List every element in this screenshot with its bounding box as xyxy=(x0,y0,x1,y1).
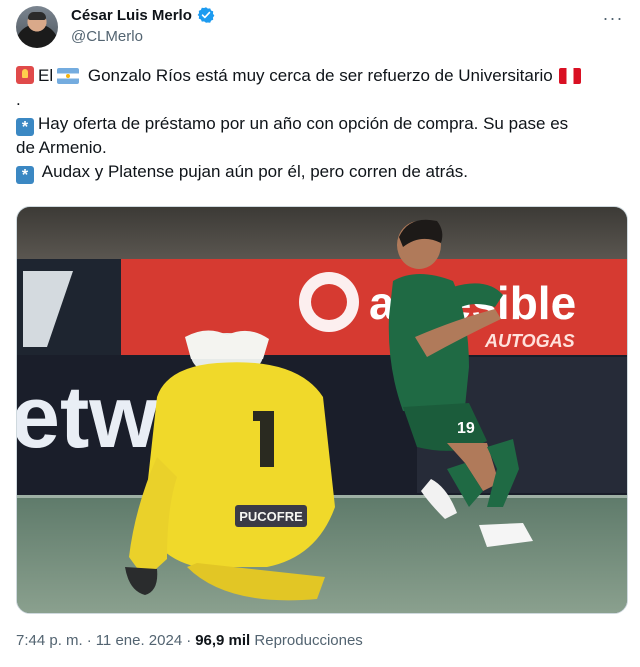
tweet-text: El Gonzalo Ríos está muy cerca de ser re… xyxy=(16,64,628,184)
verified-badge-icon xyxy=(197,6,215,24)
asterisk-emoji: * xyxy=(16,166,34,184)
argentina-flag-emoji xyxy=(57,68,80,84)
tweet-time[interactable]: 7:44 p. m. xyxy=(16,632,83,649)
player-number: 19 xyxy=(457,420,475,437)
tweet-date[interactable]: 11 ene. 2024 xyxy=(96,632,182,649)
tweet-line-1b: Gonzalo Ríos está muy cerca de ser refue… xyxy=(87,66,553,85)
display-name[interactable]: César Luis Merlo xyxy=(71,7,192,24)
keeper-shirt-text: PUCOFRE xyxy=(239,509,303,524)
stands xyxy=(17,207,627,259)
tweet-line-1a: El xyxy=(38,66,54,85)
banner-left-text: etw xyxy=(17,367,158,466)
police-light-emoji xyxy=(16,66,34,84)
views-label: Reproducciones xyxy=(254,632,363,649)
more-options-icon[interactable]: ··· xyxy=(602,8,624,28)
views-count: 96,9 mil xyxy=(195,632,251,649)
peru-flag-emoji xyxy=(558,68,581,84)
tweet-line-5-text: Audax y Platense pujan aún por él, pero … xyxy=(41,162,469,181)
tweet-line-2: . xyxy=(16,90,21,109)
tweet-card: César Luis Merlo @CLMerlo ··· El Gonzalo… xyxy=(0,0,640,667)
tweet-line-3-text: Hay oferta de préstamo por un año con op… xyxy=(38,114,569,133)
tweet-line-1: El Gonzalo Ríos está muy cerca de ser re… xyxy=(16,64,628,88)
asterisk-emoji: * xyxy=(16,118,34,136)
tweet-line-4: de Armenio. xyxy=(16,138,107,157)
football-photo: accesible AUTOGAS etw PUCOFRE 1 xyxy=(17,207,627,613)
tweet-meta: 7:44 p. m. · 11 ene. 2024 · 96,9 mil Reprodu… xyxy=(16,632,363,649)
author-name-row: César Luis Merlo xyxy=(71,6,215,24)
tweet-line-5: * Audax y Platense pujan aún por él, per… xyxy=(16,160,628,184)
avatar[interactable] xyxy=(16,6,58,48)
banner-subtext: AUTOGAS xyxy=(484,331,575,351)
tweet-photo[interactable]: accesible AUTOGAS etw PUCOFRE 1 xyxy=(16,206,628,614)
tweet-line-3: * Hay oferta de préstamo por un año con o… xyxy=(16,112,628,136)
handle[interactable]: @CLMerlo xyxy=(71,28,143,45)
